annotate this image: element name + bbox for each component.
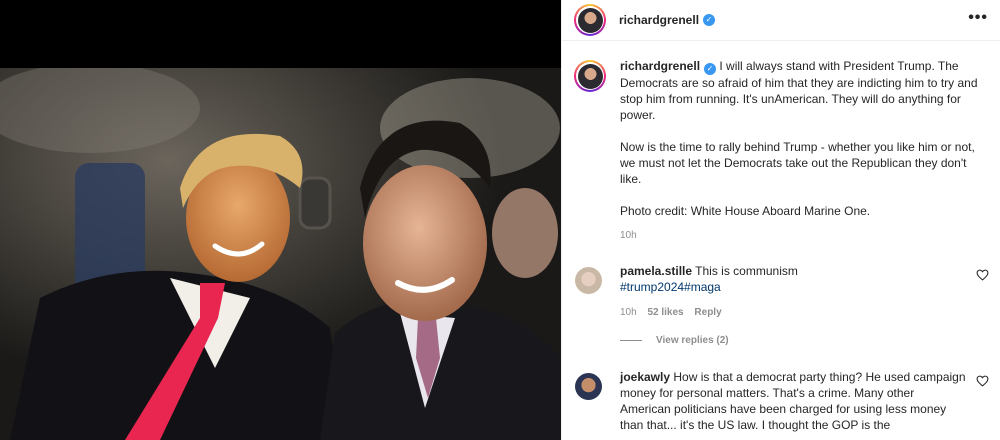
comment-meta: 10h 52 likes Reply	[620, 305, 967, 321]
caption-username[interactable]: richardgrenell	[620, 59, 700, 73]
commenter-avatar[interactable]	[575, 267, 602, 294]
comment-item: pamela.stille This is communism #trump20…	[574, 263, 989, 321]
commenter-username[interactable]: joekawly	[620, 370, 670, 384]
post-photo	[0, 68, 561, 440]
commenter-avatar[interactable]	[575, 373, 602, 400]
verified-icon: ✓	[704, 63, 717, 75]
divider	[620, 340, 642, 341]
comment-text: This is communism	[695, 264, 798, 278]
commenter-username[interactable]: pamela.stille	[620, 264, 692, 278]
post-header: richardgrenell ✓ •••	[562, 0, 1000, 41]
comment-text: How is that a democrat party thing? He u…	[620, 370, 966, 432]
heart-icon[interactable]	[976, 269, 989, 281]
post-side-panel: richardgrenell ✓ ••• richardgrenell ✓ I w…	[561, 0, 1000, 440]
caption-avatar[interactable]	[574, 60, 606, 92]
avatar-image	[577, 63, 603, 89]
view-replies-button[interactable]: View replies (2)	[620, 335, 729, 346]
more-options-icon[interactable]: •••	[968, 10, 988, 26]
post-media[interactable]	[0, 0, 561, 440]
caption-text: I will always stand with President Trump…	[620, 59, 978, 218]
comment-hashtags[interactable]: #trump2024#maga	[620, 280, 721, 294]
avatar-image	[577, 7, 603, 33]
verified-icon: ✓	[703, 14, 716, 26]
author-username[interactable]: richardgrenell	[619, 13, 699, 27]
post-time[interactable]: 10h	[620, 228, 989, 244]
post-caption: richardgrenell ✓ I will always stand with…	[574, 58, 989, 244]
heart-icon[interactable]	[976, 375, 989, 387]
comment-time[interactable]: 10h	[620, 307, 637, 318]
author-avatar[interactable]	[574, 4, 606, 36]
photo-illustration	[0, 68, 561, 440]
comment-item: joekawly How is that a democrat party th…	[574, 369, 989, 433]
reply-button[interactable]: Reply	[694, 307, 721, 318]
comment-likes[interactable]: 52 likes	[647, 307, 683, 318]
